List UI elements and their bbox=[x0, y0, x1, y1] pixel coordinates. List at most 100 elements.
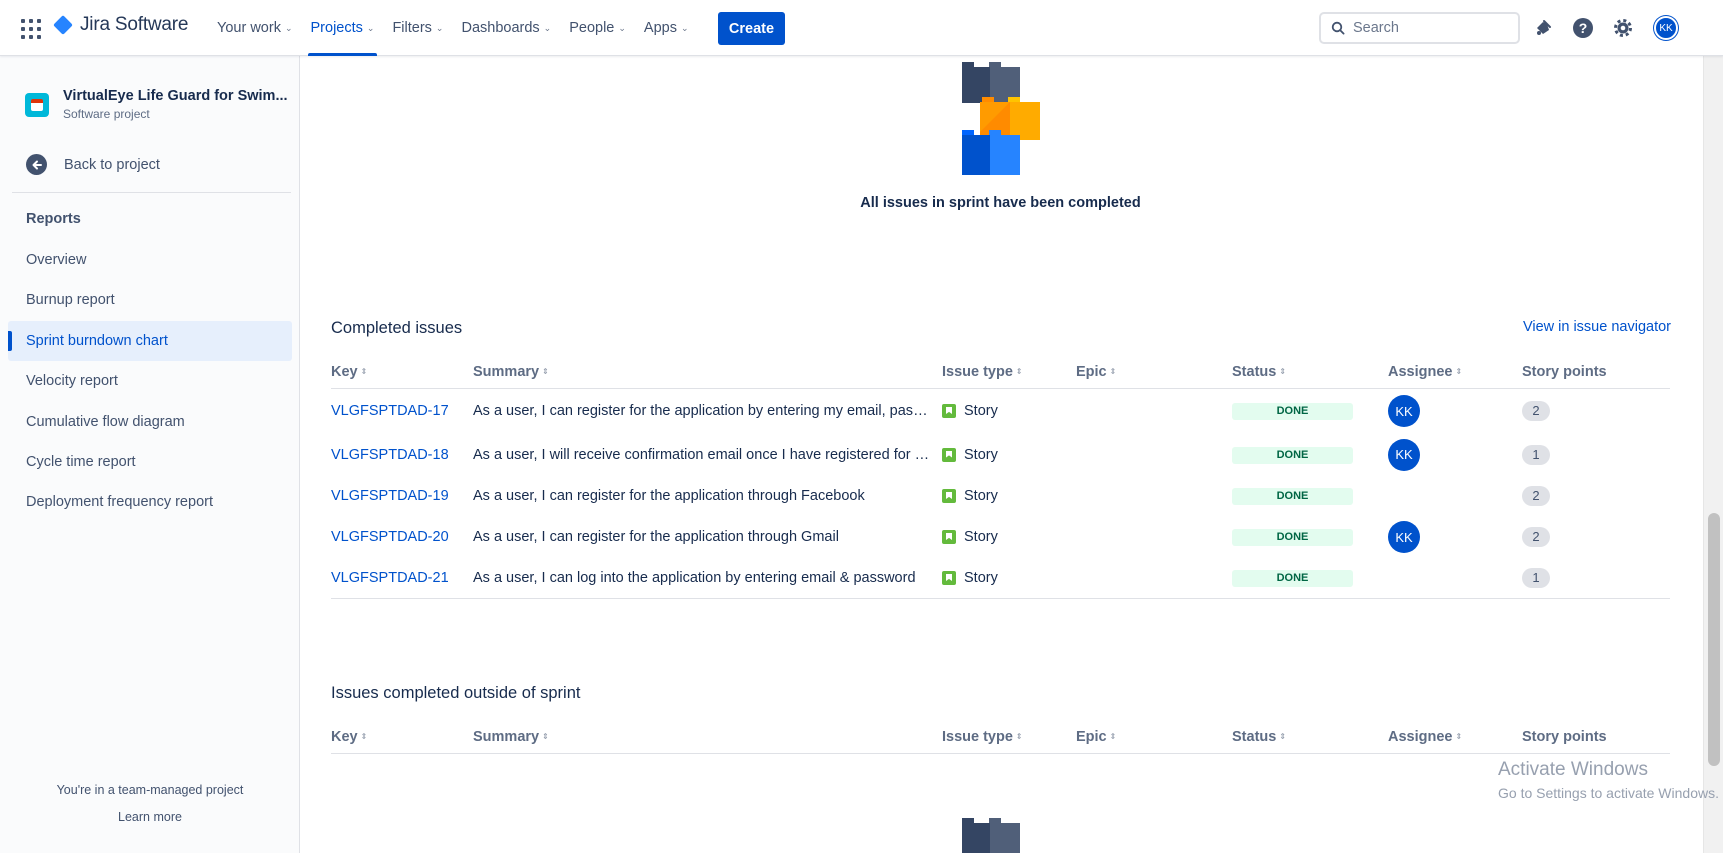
column-header-status[interactable]: Status ⇕ bbox=[1232, 364, 1388, 380]
user-avatar[interactable]: KK bbox=[1654, 16, 1678, 40]
scrollbar-thumb[interactable] bbox=[1708, 513, 1720, 766]
table-header: Key ⇕ Summary ⇕ Issue type ⇕ Epic ⇕ Status ⇕ Assig… bbox=[331, 720, 1670, 754]
column-header-issue-type[interactable]: Issue type ⇕ bbox=[942, 364, 1076, 380]
assignee-avatar[interactable]: KK bbox=[1388, 395, 1420, 427]
sidebar-item-deployment-frequency-report[interactable]: Deployment frequency report bbox=[8, 482, 292, 522]
project-header[interactable]: VirtualEye Life Guard for Swim... Softwa… bbox=[25, 88, 288, 121]
nav-item-label: Filters bbox=[392, 20, 432, 36]
arrow-left-icon bbox=[26, 154, 47, 175]
team-managed-note: You're in a team-managed project bbox=[56, 783, 244, 797]
help-icon[interactable]: ? bbox=[1571, 16, 1595, 40]
issue-type-label: Story bbox=[964, 488, 998, 504]
issue-type-cell: Story bbox=[942, 529, 1076, 545]
issue-key-link[interactable]: VLGFSPTDAD-19 bbox=[331, 488, 449, 504]
learn-more-link[interactable]: Learn more bbox=[0, 810, 300, 824]
empty-state-text: All issues in sprint have been completed bbox=[860, 195, 1141, 211]
story-points-cell: 2 bbox=[1522, 486, 1670, 506]
column-header-issue-type[interactable]: Issue type ⇕ bbox=[942, 729, 1076, 745]
column-header-label: Story points bbox=[1522, 363, 1607, 380]
column-header-label: Issue type bbox=[942, 728, 1013, 745]
story-points-cell: 1 bbox=[1522, 444, 1670, 465]
status-cell: DONE bbox=[1232, 569, 1388, 587]
nav-item-projects[interactable]: Projects ⌄ bbox=[302, 0, 384, 56]
primary-nav: Your work ⌄ Projects ⌄ Filters ⌄ Dashboards ⌄ Pe… bbox=[208, 0, 698, 56]
issue-type-label: Story bbox=[964, 403, 998, 419]
create-button[interactable]: Create bbox=[718, 12, 785, 45]
notifications-icon[interactable] bbox=[1531, 16, 1555, 40]
column-header-status[interactable]: Status ⇕ bbox=[1232, 729, 1388, 745]
empty-outside-illustration bbox=[962, 818, 1020, 853]
view-in-issue-navigator-link[interactable]: View in issue navigator bbox=[1523, 319, 1671, 335]
chevron-down-icon: ⌄ bbox=[366, 22, 375, 33]
outside-sprint-table: Key ⇕ Summary ⇕ Issue type ⇕ Epic ⇕ Status ⇕ Assig… bbox=[331, 720, 1670, 754]
column-header-assignee[interactable]: Assignee ⇕ bbox=[1388, 729, 1522, 745]
sidebar-item-overview[interactable]: Overview bbox=[8, 240, 292, 280]
column-header-key[interactable]: Key ⇕ bbox=[331, 364, 473, 380]
table-header: Key ⇕ Summary ⇕ Issue type ⇕ Epic ⇕ Status ⇕ Assig… bbox=[331, 355, 1670, 389]
assignee-cell: KK bbox=[1388, 438, 1522, 471]
table-bottom-border bbox=[331, 598, 1670, 599]
nav-item-label: Dashboards bbox=[461, 20, 540, 36]
issue-key-link[interactable]: VLGFSPTDAD-18 bbox=[331, 447, 449, 463]
nav-item-your-work[interactable]: Your work ⌄ bbox=[208, 0, 302, 56]
chevron-down-icon: ⌄ bbox=[284, 22, 293, 33]
nav-item-apps[interactable]: Apps ⌄ bbox=[635, 0, 698, 56]
status-cell: DONE bbox=[1232, 528, 1388, 546]
column-header-assignee[interactable]: Assignee ⇕ bbox=[1388, 364, 1522, 380]
story-points-badge: 1 bbox=[1522, 444, 1550, 465]
column-header-summary[interactable]: Summary ⇕ bbox=[473, 729, 942, 745]
nav-item-label: Projects bbox=[310, 20, 363, 36]
assignee-cell: KK bbox=[1388, 395, 1522, 427]
activate-subtitle: Go to Settings to activate Windows. bbox=[1498, 785, 1719, 801]
sidebar-item-cycle-time-report[interactable]: Cycle time report bbox=[8, 442, 292, 482]
sort-icon: ⇕ bbox=[1015, 732, 1023, 741]
assignee-avatar[interactable]: KK bbox=[1388, 438, 1420, 471]
page-scrollbar[interactable] bbox=[1703, 56, 1723, 853]
app-switcher-icon[interactable] bbox=[20, 18, 41, 39]
issue-key-link[interactable]: VLGFSPTDAD-20 bbox=[331, 529, 449, 545]
nav-item-dashboards[interactable]: Dashboards ⌄ bbox=[452, 0, 560, 56]
settings-icon[interactable] bbox=[1611, 16, 1635, 40]
status-cell: DONE bbox=[1232, 487, 1388, 505]
nav-item-people[interactable]: People ⌄ bbox=[560, 0, 635, 56]
table-row: VLGFSPTDAD-20 As a user, I can register f… bbox=[331, 516, 1670, 558]
issue-summary: As a user, I will receive confirmation e… bbox=[473, 446, 939, 463]
search-box[interactable] bbox=[1319, 12, 1520, 44]
status-cell: DONE bbox=[1232, 402, 1388, 420]
search-input[interactable] bbox=[1353, 20, 1503, 36]
back-to-project-link[interactable]: Back to project bbox=[26, 154, 160, 175]
sort-icon: ⇕ bbox=[360, 732, 368, 741]
windows-activation-watermark: Activate Windows Go to Settings to activ… bbox=[1498, 759, 1719, 801]
nav-item-filters[interactable]: Filters ⌄ bbox=[383, 0, 452, 56]
sort-icon: ⇕ bbox=[1015, 367, 1023, 376]
table-row: VLGFSPTDAD-19 As a user, I can register f… bbox=[331, 476, 1670, 516]
issue-key-cell: VLGFSPTDAD-21 bbox=[331, 570, 473, 586]
status-cell: DONE bbox=[1232, 446, 1388, 464]
issue-key-link[interactable]: VLGFSPTDAD-17 bbox=[331, 403, 449, 419]
sort-icon: ⇕ bbox=[1455, 732, 1463, 741]
column-header-epic[interactable]: Epic ⇕ bbox=[1076, 364, 1232, 380]
reports-heading: Reports bbox=[26, 211, 81, 227]
issue-key-link[interactable]: VLGFSPTDAD-21 bbox=[331, 570, 449, 586]
table-row: VLGFSPTDAD-18 As a user, I will receive c… bbox=[331, 433, 1670, 476]
svg-text:?: ? bbox=[1579, 20, 1588, 36]
brand-name: Jira Software bbox=[80, 14, 189, 35]
status-badge: DONE bbox=[1232, 403, 1353, 420]
issue-key-cell: VLGFSPTDAD-18 bbox=[331, 447, 473, 463]
issue-summary: As a user, I can register for the applic… bbox=[473, 403, 942, 419]
sidebar-item-cumulative-flow-diagram[interactable]: Cumulative flow diagram bbox=[8, 402, 292, 442]
column-header-summary[interactable]: Summary ⇕ bbox=[473, 364, 942, 380]
issue-type-cell: Story bbox=[942, 488, 1076, 504]
search-icon bbox=[1331, 21, 1345, 35]
column-header-label: Status bbox=[1232, 728, 1277, 745]
column-header-label: Status bbox=[1232, 363, 1277, 380]
sidebar-item-burnup-report[interactable]: Burnup report bbox=[8, 280, 292, 320]
assignee-avatar[interactable]: KK bbox=[1388, 521, 1420, 553]
column-header-key[interactable]: Key ⇕ bbox=[331, 729, 473, 745]
column-header-epic[interactable]: Epic ⇕ bbox=[1076, 729, 1232, 745]
sidebar-item-sprint-burndown-chart[interactable]: Sprint burndown chart bbox=[8, 320, 292, 361]
story-points-cell: 2 bbox=[1522, 401, 1670, 421]
back-label: Back to project bbox=[64, 156, 160, 173]
jira-logo[interactable]: Jira Software bbox=[52, 14, 188, 36]
sidebar-item-velocity-report[interactable]: Velocity report bbox=[8, 361, 292, 401]
